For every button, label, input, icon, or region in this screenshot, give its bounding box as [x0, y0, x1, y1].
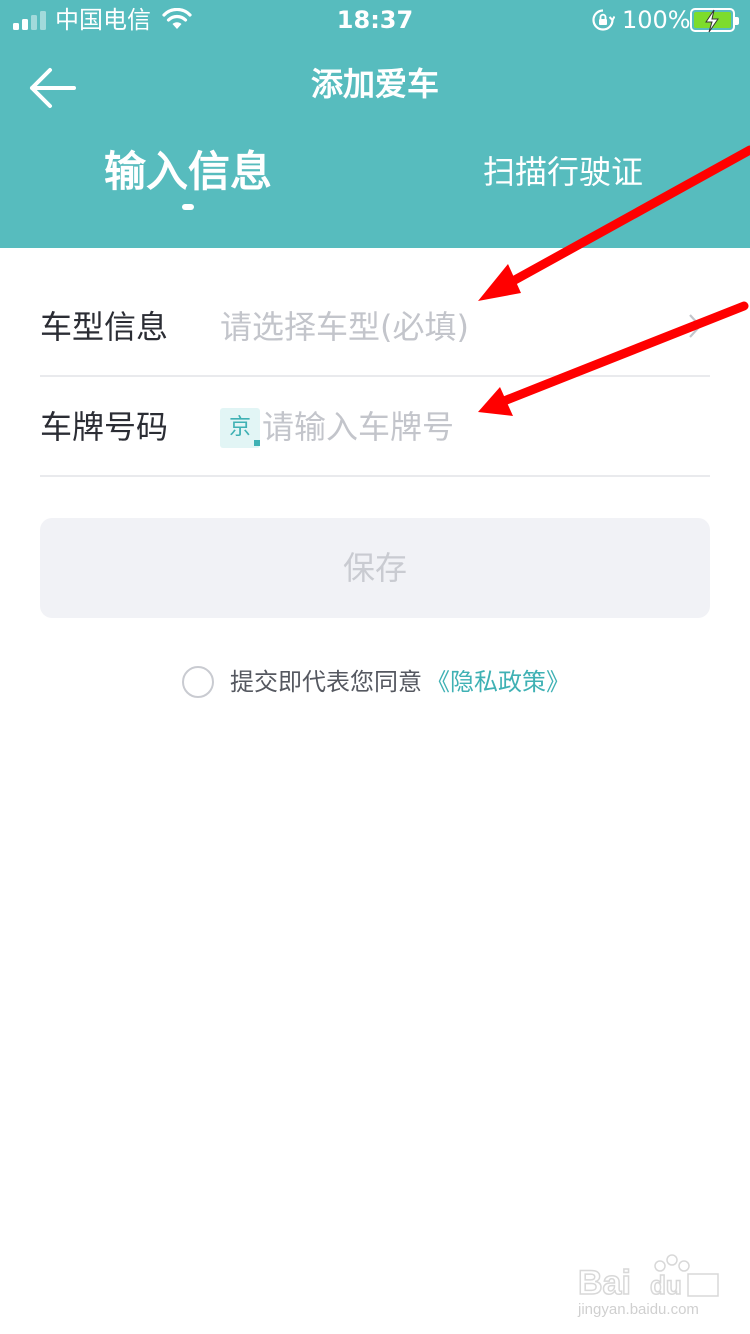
- province-corner-marker: [254, 440, 260, 446]
- chevron-right-icon: [689, 314, 702, 338]
- header: 中国电信 18:37 100% 添加爱车 输入信息 扫描行驶证: [0, 0, 750, 248]
- status-bar: 中国电信 18:37 100%: [0, 0, 750, 40]
- agreement-row: 提交即代表您同意 《隐私政策》: [0, 662, 750, 702]
- page-title: 添加爱车: [310, 65, 439, 103]
- tab-input-info[interactable]: 输入信息: [100, 144, 276, 200]
- agree-checkbox[interactable]: [182, 666, 214, 698]
- baidu-jingyan-watermark: Bai du jingyan.baidu.com: [577, 1254, 719, 1318]
- rotation-lock-icon: [592, 9, 615, 31]
- svg-text:Bai: Bai: [578, 1264, 631, 1302]
- save-button[interactable]: 保存: [40, 518, 710, 618]
- svg-text:jingyan.baidu.com: jingyan.baidu.com: [577, 1301, 699, 1318]
- plate-input[interactable]: 请输入车牌号: [262, 405, 454, 449]
- tab-scan-license[interactable]: 扫描行驶证: [470, 150, 656, 194]
- charging-bolt-icon: [705, 9, 719, 33]
- tab-indicator: [182, 204, 194, 210]
- battery-percent: 100%: [622, 6, 691, 34]
- car-model-row[interactable]: 车型信息 请选择车型(必填): [40, 277, 710, 377]
- privacy-policy-link[interactable]: 《隐私政策》: [426, 664, 570, 700]
- car-model-label: 车型信息: [40, 308, 169, 346]
- battery-icon: [690, 8, 739, 33]
- agreement-text: 提交即代表您同意: [230, 668, 422, 696]
- plate-label: 车牌号码: [40, 408, 169, 446]
- car-model-select[interactable]: 请选择车型(必填): [220, 305, 469, 349]
- svg-text:du: du: [650, 1270, 682, 1300]
- plate-row: 车牌号码 京 请输入车牌号: [40, 377, 710, 477]
